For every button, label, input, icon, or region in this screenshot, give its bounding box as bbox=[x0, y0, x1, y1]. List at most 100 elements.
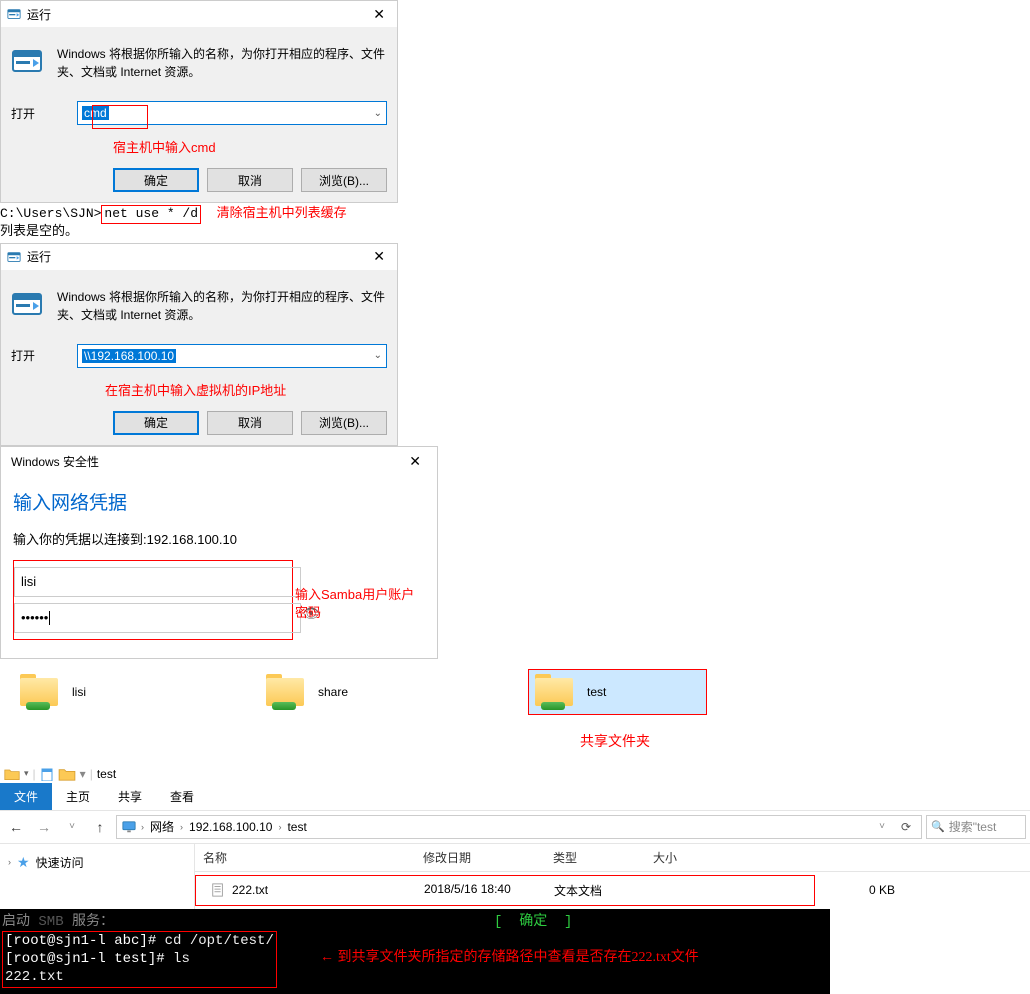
folder-icon bbox=[535, 676, 577, 708]
breadcrumb-folder[interactable]: test bbox=[285, 820, 308, 834]
quick-access-item[interactable]: › ★ 快速访问 bbox=[8, 854, 186, 871]
file-list: 名称 修改日期 类型 大小 222.txt 2018/5/16 18:40 文本… bbox=[195, 844, 1030, 909]
run-dialog-1: 运行 ✕ Windows 将根据你所输入的名称，为你打开相应的程序、文件夹、文档… bbox=[0, 0, 398, 203]
forward-button[interactable]: → bbox=[32, 815, 56, 839]
run-dialog-titlebar: 运行 ✕ bbox=[1, 1, 397, 27]
recent-locations-button[interactable]: ˅ bbox=[60, 815, 84, 839]
run-dialog-2: 运行 ✕ Windows 将根据你所输入的名称，为你打开相应的程序、文件夹、文档… bbox=[0, 243, 398, 446]
password-field[interactable]: •••••• 👁 bbox=[14, 603, 301, 633]
ok-button[interactable]: 确定 bbox=[113, 168, 199, 192]
security-heading: 输入网络凭据 bbox=[13, 488, 425, 515]
col-date[interactable]: 修改日期 bbox=[415, 844, 545, 871]
txt-file-icon bbox=[210, 883, 226, 897]
breadcrumb-ip[interactable]: 192.168.100.10 bbox=[187, 820, 274, 834]
quick-access-label: 快速访问 bbox=[36, 854, 84, 871]
run-icon bbox=[7, 7, 21, 21]
chevron-right-icon[interactable]: › bbox=[278, 822, 281, 832]
address-bar: ← → ˅ ↑ › 网络 › 192.168.100.10 › test ˅ ⟳… bbox=[0, 810, 1030, 844]
col-type[interactable]: 类型 bbox=[545, 844, 645, 871]
security-title-text: Windows 安全性 bbox=[11, 453, 99, 470]
file-name: 222.txt bbox=[232, 883, 268, 897]
dropdown-icon[interactable]: ˅ bbox=[873, 821, 891, 832]
open-label: 打开 bbox=[11, 105, 67, 122]
file-row[interactable]: 222.txt 2018/5/16 18:40 文本文档 0 KB bbox=[195, 872, 1030, 909]
ok-button[interactable]: 确定 bbox=[113, 411, 199, 435]
down-arrow-icon[interactable]: ▾ bbox=[24, 768, 29, 779]
security-subtext: 输入你的凭据以连接到:192.168.100.10 bbox=[13, 529, 425, 548]
run-dialog-titlebar: 运行 ✕ bbox=[1, 244, 397, 270]
browse-button[interactable]: 浏览(B)... bbox=[301, 411, 387, 435]
run-title-text: 运行 bbox=[27, 6, 51, 23]
folder-lisi[interactable]: lisi bbox=[20, 676, 86, 708]
close-icon[interactable]: ✕ bbox=[403, 453, 427, 470]
share-folders-row: lisi share test bbox=[0, 659, 1030, 725]
terminal-annotation: ← 到共享文件夹所指定的存储路径中查看是否存在222.txt文件 bbox=[320, 949, 699, 967]
col-size[interactable]: 大小 bbox=[645, 844, 745, 871]
ribbon-tabs: 文件 主页 共享 查看 bbox=[0, 783, 1030, 810]
security-dialog: Windows 安全性 ✕ 输入网络凭据 输入你的凭据以连接到:192.168.… bbox=[0, 446, 438, 659]
folder-test[interactable]: test bbox=[528, 669, 707, 715]
back-button[interactable]: ← bbox=[4, 815, 28, 839]
folder-label: lisi bbox=[72, 685, 86, 699]
terminal-output: 222.txt bbox=[5, 969, 64, 985]
col-name[interactable]: 名称 bbox=[195, 844, 415, 871]
run-input-combo[interactable]: cmd ⌄ bbox=[77, 101, 387, 125]
terminal-cmd: cd /opt/test/ bbox=[156, 933, 274, 949]
window-title-text: test bbox=[97, 767, 116, 781]
search-placeholder: 搜索"test bbox=[949, 818, 997, 835]
expand-icon[interactable]: › bbox=[8, 857, 11, 867]
refresh-icon[interactable]: ⟳ bbox=[895, 820, 917, 834]
navigation-pane: › ★ 快速访问 bbox=[0, 844, 195, 909]
folder-icon bbox=[266, 676, 308, 708]
tab-home[interactable]: 主页 bbox=[52, 783, 104, 810]
run-input-value: \\192.168.100.10 bbox=[82, 349, 176, 363]
close-icon[interactable]: ✕ bbox=[367, 6, 391, 23]
folder-icon[interactable] bbox=[58, 767, 76, 781]
run-icon bbox=[7, 250, 21, 264]
folder-label: test bbox=[587, 685, 606, 699]
search-input[interactable]: 🔍 搜索"test bbox=[926, 815, 1026, 839]
tab-share[interactable]: 共享 bbox=[104, 783, 156, 810]
search-icon: 🔍 bbox=[931, 820, 945, 833]
explorer-quick-access-bar: ▾ | ▾ | test bbox=[0, 765, 1030, 783]
run-description: Windows 将根据你所输入的名称，为你打开相应的程序、文件夹、文档或 Int… bbox=[57, 288, 387, 324]
explorer-window: ▾ | ▾ | test 文件 主页 共享 查看 ← → ˅ ↑ › 网络 › … bbox=[0, 765, 1030, 909]
close-icon[interactable]: ✕ bbox=[367, 248, 391, 265]
cmd-annotation: 清除宿主机中列表缓存 bbox=[217, 206, 347, 221]
cred-annotation-1: 输入Samba用户账户 bbox=[295, 584, 414, 603]
username-field[interactable]: lisi bbox=[14, 567, 301, 597]
folder-icon bbox=[4, 767, 20, 781]
run-input-combo[interactable]: \\192.168.100.10 ⌄ bbox=[77, 344, 387, 368]
cmd-command: net use * /d bbox=[101, 205, 201, 224]
up-button[interactable]: ↑ bbox=[88, 815, 112, 839]
chevron-right-icon[interactable]: › bbox=[141, 822, 144, 832]
properties-icon[interactable] bbox=[40, 767, 54, 781]
breadcrumb-network[interactable]: 网络 bbox=[148, 818, 176, 835]
breadcrumb[interactable]: › 网络 › 192.168.100.10 › test ˅ ⟳ bbox=[116, 815, 922, 839]
star-icon: ★ bbox=[17, 854, 30, 871]
run-title-text: 运行 bbox=[27, 248, 51, 265]
tab-file[interactable]: 文件 bbox=[0, 783, 52, 810]
annotation-text: 宿主机中输入cmd bbox=[113, 137, 509, 156]
terminal[interactable]: 启动 SMB 服务：[ 确定 ] [root@sjn1-l abc]# cd /… bbox=[0, 909, 830, 994]
credentials-annotation-box: lisi •••••• 👁 bbox=[13, 560, 293, 640]
file-date: 2018/5/16 18:40 bbox=[416, 877, 546, 904]
cancel-button[interactable]: 取消 bbox=[207, 168, 293, 192]
cancel-button[interactable]: 取消 bbox=[207, 411, 293, 435]
terminal-prompt: [root@sjn1-l abc]# bbox=[5, 933, 156, 949]
folder-share[interactable]: share bbox=[266, 676, 348, 708]
run-app-icon bbox=[11, 45, 43, 77]
tab-view[interactable]: 查看 bbox=[156, 783, 208, 810]
browse-button[interactable]: 浏览(B)... bbox=[301, 168, 387, 192]
monitor-icon bbox=[121, 820, 137, 834]
run-app-icon bbox=[11, 288, 43, 320]
column-headers: 名称 修改日期 类型 大小 bbox=[195, 844, 1030, 872]
cmd-result: 列表是空的。 bbox=[0, 224, 78, 239]
file-size: 0 KB bbox=[815, 878, 915, 902]
annotation-text: 在宿主机中输入虚拟机的IP地址 bbox=[105, 380, 501, 399]
run-input-value: cmd bbox=[82, 106, 109, 120]
chevron-down-icon[interactable]: ⌄ bbox=[374, 108, 382, 119]
cred-annotation-2: 密码 bbox=[295, 602, 321, 621]
chevron-right-icon[interactable]: › bbox=[180, 822, 183, 832]
chevron-down-icon[interactable]: ⌄ bbox=[374, 350, 382, 361]
